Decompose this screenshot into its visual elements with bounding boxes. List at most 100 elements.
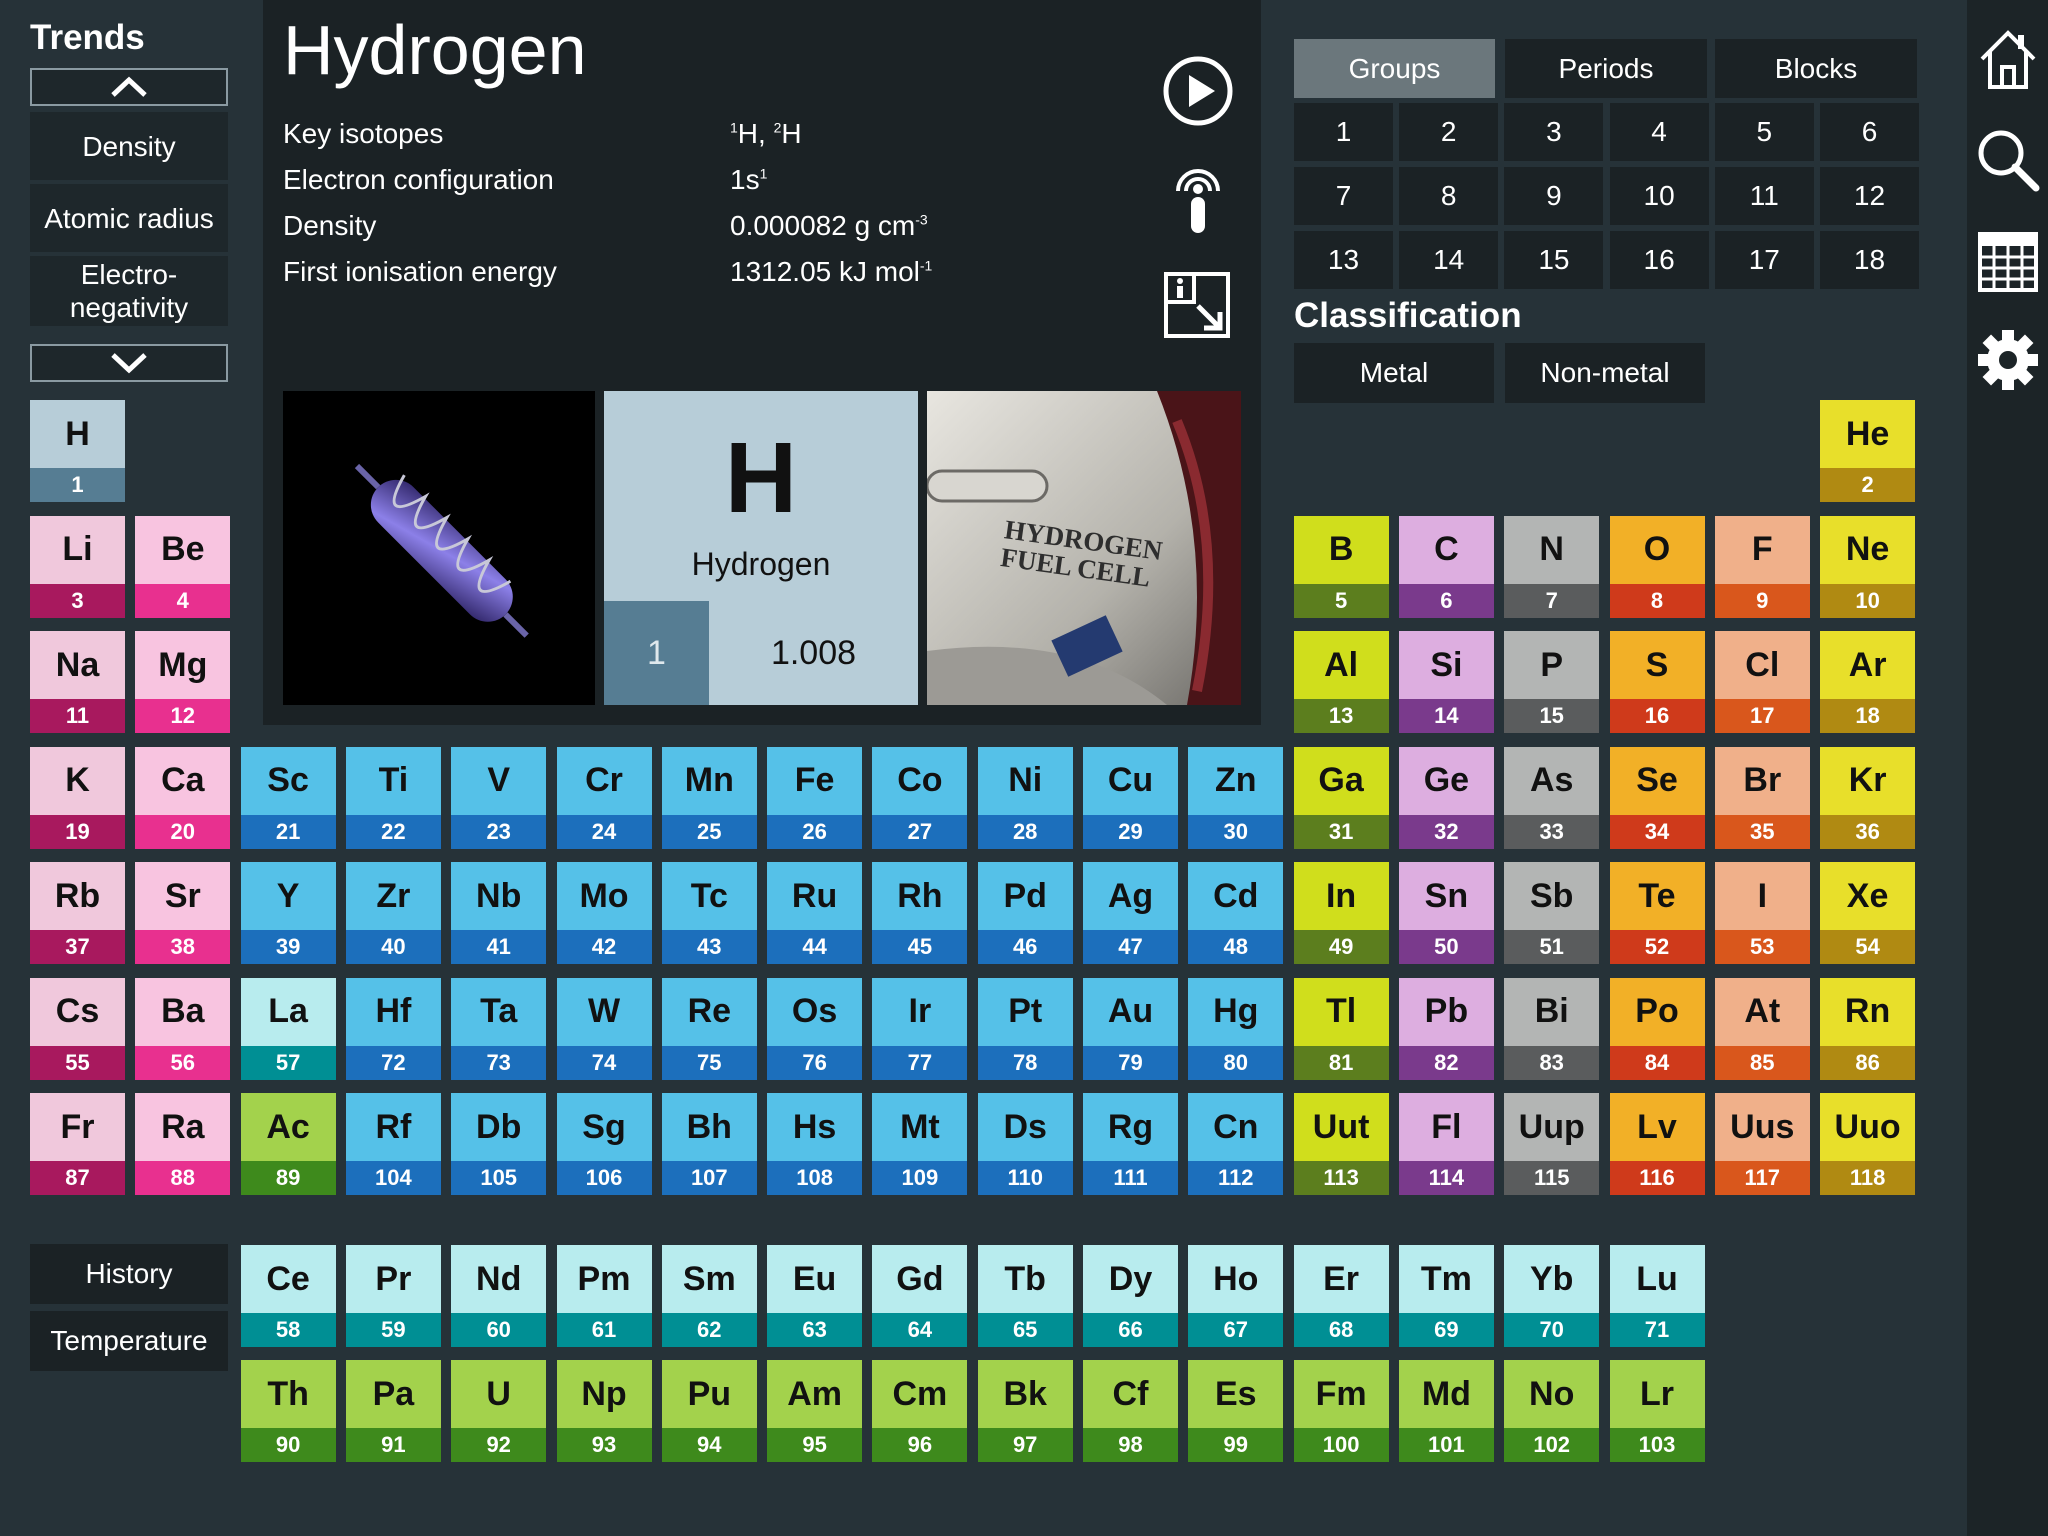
- element-tile-xe[interactable]: Xe 54: [1820, 862, 1916, 964]
- group-button-13[interactable]: 13: [1294, 231, 1393, 289]
- element-tile-sm[interactable]: Sm 62: [661, 1245, 757, 1347]
- non-metal-filter-button[interactable]: Non-metal: [1505, 343, 1705, 403]
- element-tile-sc[interactable]: Sc 21: [240, 746, 336, 849]
- group-button-17[interactable]: 17: [1714, 231, 1814, 289]
- element-tile-be[interactable]: Be 4: [135, 515, 231, 618]
- element-tile-ba[interactable]: Ba 56: [135, 977, 231, 1080]
- group-button-7[interactable]: 7: [1294, 167, 1393, 225]
- element-tile-tm[interactable]: Tm 69: [1398, 1245, 1494, 1347]
- element-tile-br[interactable]: Br 35: [1714, 746, 1810, 849]
- element-tile-hf[interactable]: Hf 72: [345, 977, 441, 1080]
- element-tile-sn[interactable]: Sn 50: [1398, 862, 1494, 964]
- trends-down-button[interactable]: [30, 344, 228, 382]
- element-tile-in[interactable]: In 49: [1293, 862, 1389, 964]
- element-tile-sg[interactable]: Sg 106: [556, 1093, 652, 1195]
- element-tile-cs[interactable]: Cs 55: [30, 977, 125, 1080]
- group-button-18[interactable]: 18: [1820, 231, 1919, 289]
- element-tile-ga[interactable]: Ga 31: [1293, 746, 1389, 849]
- element-tile-th[interactable]: Th 90: [240, 1360, 336, 1462]
- play-icon[interactable]: [1162, 55, 1234, 132]
- element-tile-tl[interactable]: Tl 81: [1293, 977, 1389, 1080]
- element-tile-lu[interactable]: Lu 71: [1609, 1245, 1705, 1347]
- element-tile-he[interactable]: He 2: [1820, 400, 1916, 502]
- element-tile-po[interactable]: Po 84: [1609, 977, 1705, 1080]
- element-tile-au[interactable]: Au 79: [1083, 977, 1178, 1080]
- audio-guide-icon[interactable]: [1172, 163, 1224, 240]
- trend-atomic-radius[interactable]: Atomic radius: [30, 184, 228, 252]
- element-tile-as[interactable]: As 33: [1504, 746, 1600, 849]
- element-tile-os[interactable]: Os 76: [767, 977, 863, 1080]
- element-tile-cf[interactable]: Cf 98: [1083, 1360, 1178, 1462]
- trends-up-button[interactable]: [30, 68, 228, 106]
- element-tile-w[interactable]: W 74: [556, 977, 652, 1080]
- element-tile-eu[interactable]: Eu 63: [767, 1245, 863, 1347]
- element-tile-zr[interactable]: Zr 40: [345, 862, 441, 964]
- element-tile-cr[interactable]: Cr 24: [556, 746, 652, 849]
- element-tile-b[interactable]: B5: [1293, 515, 1389, 618]
- element-tile-ds[interactable]: Ds 110: [977, 1093, 1073, 1195]
- group-button-3[interactable]: 3: [1504, 103, 1604, 161]
- element-tile-ne[interactable]: Ne 10: [1820, 515, 1916, 618]
- home-icon[interactable]: [1974, 25, 2042, 93]
- element-tile-rb[interactable]: Rb 37: [30, 862, 125, 964]
- element-tile-ag[interactable]: Ag 47: [1083, 862, 1178, 964]
- element-tile-fr[interactable]: Fr 87: [30, 1093, 125, 1195]
- element-tile-zn[interactable]: Zn 30: [1188, 746, 1284, 849]
- group-button-15[interactable]: 15: [1504, 231, 1604, 289]
- element-tile-rf[interactable]: Rf 104: [345, 1093, 441, 1195]
- element-tile-lr[interactable]: Lr 103: [1609, 1360, 1705, 1462]
- group-button-4[interactable]: 4: [1609, 103, 1709, 161]
- element-tile-kr[interactable]: Kr 36: [1820, 746, 1916, 849]
- element-tile-ca[interactable]: Ca 20: [135, 746, 231, 849]
- element-tile-uup[interactable]: Uup 115: [1504, 1093, 1600, 1195]
- element-tile-y[interactable]: Y 39: [240, 862, 336, 964]
- element-tile-rg[interactable]: Rg 111: [1083, 1093, 1178, 1195]
- element-tile-ge[interactable]: Ge 32: [1398, 746, 1494, 849]
- element-tile-no[interactable]: No 102: [1504, 1360, 1600, 1462]
- tab-periods[interactable]: Periods: [1505, 39, 1707, 98]
- element-tile-np[interactable]: Np 93: [556, 1360, 652, 1462]
- element-tile-pb[interactable]: Pb 82: [1398, 977, 1494, 1080]
- element-tile-ce[interactable]: Ce 58: [240, 1245, 336, 1347]
- element-tile-v[interactable]: V 23: [451, 746, 547, 849]
- element-tile-mt[interactable]: Mt 109: [872, 1093, 968, 1195]
- element-tile-uuo[interactable]: Uuo 118: [1820, 1093, 1916, 1195]
- element-tile-o[interactable]: O8: [1609, 515, 1705, 618]
- element-tile-sb[interactable]: Sb 51: [1504, 862, 1600, 964]
- tab-groups[interactable]: Groups: [1294, 39, 1495, 98]
- element-tile-se[interactable]: Se 34: [1609, 746, 1705, 849]
- element-tile-rn[interactable]: Rn 86: [1820, 977, 1916, 1080]
- temperature-button[interactable]: Temperature: [30, 1311, 228, 1371]
- element-tile-mg[interactable]: Mg 12: [135, 631, 231, 733]
- group-button-8[interactable]: 8: [1399, 167, 1499, 225]
- element-tile-ar[interactable]: Ar 18: [1820, 631, 1916, 733]
- element-tile-uus[interactable]: Uus 117: [1714, 1093, 1810, 1195]
- element-tile-i[interactable]: I 53: [1714, 862, 1810, 964]
- group-button-6[interactable]: 6: [1820, 103, 1919, 161]
- group-button-10[interactable]: 10: [1609, 167, 1709, 225]
- element-tile-cm[interactable]: Cm 96: [872, 1360, 968, 1462]
- element-tile-hs[interactable]: Hs 108: [767, 1093, 863, 1195]
- element-tile-bh[interactable]: Bh 107: [661, 1093, 757, 1195]
- element-tile-ac[interactable]: Ac 89: [240, 1093, 336, 1195]
- element-tile-at[interactable]: At 85: [1714, 977, 1810, 1080]
- element-tile-h[interactable]: H1: [30, 400, 125, 502]
- element-tile-es[interactable]: Es 99: [1188, 1360, 1284, 1462]
- search-icon[interactable]: [1974, 126, 2042, 194]
- element-tile-pu[interactable]: Pu 94: [661, 1360, 757, 1462]
- group-button-1[interactable]: 1: [1294, 103, 1393, 161]
- element-tile-cn[interactable]: Cn 112: [1188, 1093, 1284, 1195]
- table-icon[interactable]: [1974, 228, 2042, 296]
- element-tile-p[interactable]: P 15: [1504, 631, 1600, 733]
- info-expand-icon[interactable]: [1162, 270, 1232, 345]
- element-tile-mo[interactable]: Mo 42: [556, 862, 652, 964]
- element-tile-n[interactable]: N7: [1504, 515, 1600, 618]
- element-tile-db[interactable]: Db 105: [451, 1093, 547, 1195]
- element-tile-tb[interactable]: Tb 65: [977, 1245, 1073, 1347]
- element-tile-hg[interactable]: Hg 80: [1188, 977, 1284, 1080]
- element-tile-nb[interactable]: Nb 41: [451, 862, 547, 964]
- element-tile-li[interactable]: Li 3: [30, 515, 125, 618]
- element-tile-ra[interactable]: Ra 88: [135, 1093, 231, 1195]
- element-tile-sr[interactable]: Sr 38: [135, 862, 231, 964]
- group-button-2[interactable]: 2: [1399, 103, 1499, 161]
